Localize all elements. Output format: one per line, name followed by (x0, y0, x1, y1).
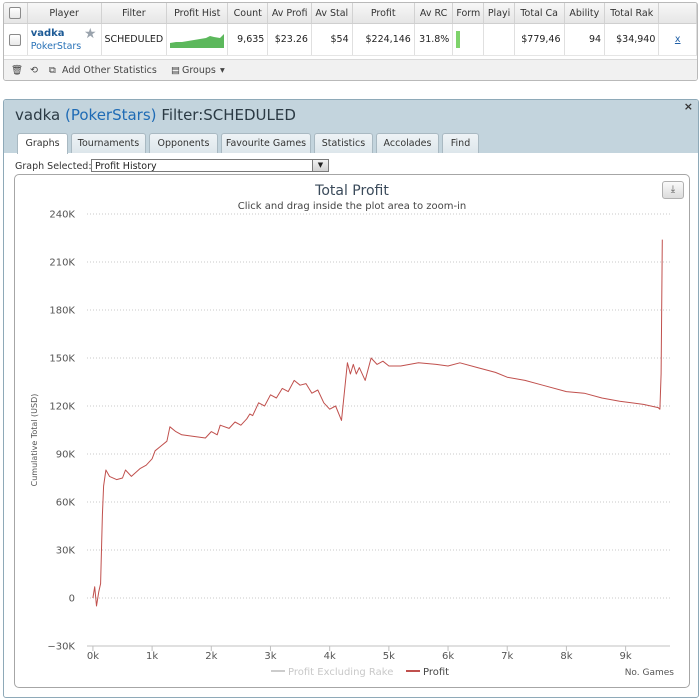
x-axis-label: No. Games (625, 668, 675, 678)
x-tick-label: 7k (501, 651, 513, 662)
tab-opponents[interactable]: Opponents (149, 133, 218, 153)
tab-statistics[interactable]: Statistics (314, 133, 373, 153)
panel-title-filter: Filter:SCHEDULED (161, 106, 296, 124)
panel-title-player: vadka (15, 106, 61, 124)
chevron-down-icon: ▾ (220, 65, 225, 76)
total-cashes-cell: $779,46 (514, 23, 565, 56)
x-tick-label: 6k (442, 651, 454, 662)
column-header-remove (658, 3, 697, 24)
chart-title: Total Profit (314, 183, 389, 199)
y-axis-label: Cumulative Total (USD) (30, 394, 39, 487)
y-tick-label: −30K (47, 642, 75, 653)
x-tick-label: 3k (264, 651, 276, 662)
profit-sparkline[interactable] (170, 32, 225, 48)
graph-select-label: Graph Selected: (15, 161, 92, 172)
chart-container[interactable]: Total Profit Click and drag inside the pl… (14, 174, 690, 688)
download-icon[interactable]: ⤓ (662, 181, 684, 199)
form-cell (452, 23, 485, 56)
y-tick-label: 0 (69, 594, 75, 605)
total-rake-cell: $34,940 (604, 23, 660, 56)
trash-icon[interactable]: 🗑 (11, 65, 23, 76)
select-all-header (4, 3, 28, 24)
x-tick-label: 4k (324, 651, 336, 662)
av-profit-cell: $23.26 (267, 23, 312, 56)
column-header-playing[interactable]: Playi (483, 3, 515, 24)
add-other-statistics-button[interactable]: Add Other Statistics (62, 65, 157, 76)
y-tick-label: 240K (49, 210, 75, 221)
column-header-av-stake[interactable]: Av Stal (311, 3, 353, 24)
legend-label-profit: Profit (423, 667, 449, 678)
refresh-icon[interactable]: ⟲ (30, 65, 38, 76)
row-checkbox[interactable] (9, 33, 22, 46)
y-tick-label: 180K (49, 306, 75, 317)
graph-select-value: Profit History (95, 161, 157, 172)
remove-player-link[interactable]: x (675, 34, 681, 45)
y-tick-label: 90K (56, 450, 76, 461)
graph-select-dropdown[interactable]: Profit History ▼ (91, 159, 329, 172)
remove-cell: x (658, 23, 697, 56)
column-header-total-rake[interactable]: Total Rak (604, 3, 660, 24)
chart-subtitle: Click and drag inside the plot area to z… (238, 201, 466, 212)
stats-table: Player Filter Profit Hist Count Av Profi… (4, 3, 697, 56)
column-header-total-cashes[interactable]: Total Ca (514, 3, 565, 24)
profit-cell: $224,146 (352, 23, 415, 56)
tab-find[interactable]: Find (442, 133, 479, 153)
column-header-av-profit[interactable]: Av Profi (267, 3, 312, 24)
row-select-cell (4, 23, 28, 56)
profit-chart[interactable]: Total Profit Click and drag inside the pl… (15, 175, 689, 687)
column-header-count[interactable]: Count (227, 3, 269, 24)
tab-accolades[interactable]: Accolades (376, 133, 439, 153)
profit-series-line (92, 239, 663, 607)
y-tick-label: 30K (56, 546, 76, 557)
x-tick-label: 2k (205, 651, 217, 662)
player-site-link[interactable]: PokerStars (31, 41, 98, 52)
profit-hist-cell (166, 23, 229, 56)
form-bar (456, 31, 461, 48)
tab-graphs[interactable]: Graphs (17, 133, 68, 154)
column-header-filter[interactable]: Filter (101, 3, 168, 24)
column-header-av-roi[interactable]: Av RC (414, 3, 454, 24)
close-icon[interactable]: × (684, 100, 693, 113)
y-tick-label: 60K (56, 498, 76, 509)
tab-tournaments[interactable]: Tournaments (71, 133, 146, 153)
player-panel: vadka (PokerStars) Filter:SCHEDULED × Gr… (3, 99, 699, 698)
x-tick-label: 9k (620, 651, 632, 662)
chevron-down-icon[interactable]: ▼ (312, 160, 328, 171)
av-stake-cell: $54 (311, 23, 353, 56)
count-cell: 9,635 (227, 23, 269, 56)
av-roi-cell: 31.8% (414, 23, 454, 56)
table-row: vadka PokerStars ★ SCHEDULED 9,635 $23.2… (4, 23, 697, 56)
ability-cell: 94 (564, 23, 606, 56)
table-header-row: Player Filter Profit Hist Count Av Profi… (4, 3, 697, 24)
column-header-form[interactable]: Form (452, 3, 485, 24)
filter-cell: SCHEDULED (101, 23, 168, 56)
stats-footer-toolbar: 🗑 ⟲ ⧉ Add Other Statistics ▤ Groups ▾ (4, 59, 697, 80)
groups-icon: ▤ (171, 65, 180, 76)
x-tick-label: 1k (146, 651, 158, 662)
playing-cell (483, 23, 515, 56)
tab-favourite-games[interactable]: Favourite Games (221, 133, 311, 153)
player-cell: vadka PokerStars ★ (27, 23, 102, 56)
x-tick-label: 0k (87, 651, 99, 662)
y-tick-label: 120K (49, 402, 75, 413)
x-tick-label: 8k (560, 651, 572, 662)
stats-table-panel: Player Filter Profit Hist Count Av Profi… (3, 2, 698, 81)
add-statistics-icon: ⧉ (49, 65, 56, 76)
y-tick-label: 150K (49, 354, 75, 365)
panel-header: vadka (PokerStars) Filter:SCHEDULED × Gr… (4, 100, 698, 154)
column-header-profit-hist[interactable]: Profit Hist (166, 3, 229, 24)
legend-label-profit-excluding-rake: Profit Excluding Rake (288, 667, 393, 678)
panel-title: vadka (PokerStars) Filter:SCHEDULED (15, 106, 296, 124)
column-header-profit[interactable]: Profit (352, 3, 415, 24)
select-all-checkbox[interactable] (9, 7, 22, 19)
favourite-star-icon[interactable]: ★ (84, 26, 97, 42)
panel-title-site[interactable]: (PokerStars) (65, 106, 157, 124)
column-header-ability[interactable]: Ability (564, 3, 606, 24)
x-tick-label: 5k (383, 651, 395, 662)
y-tick-label: 210K (49, 258, 75, 269)
groups-dropdown[interactable]: Groups (182, 65, 216, 76)
column-header-player[interactable]: Player (27, 3, 102, 24)
